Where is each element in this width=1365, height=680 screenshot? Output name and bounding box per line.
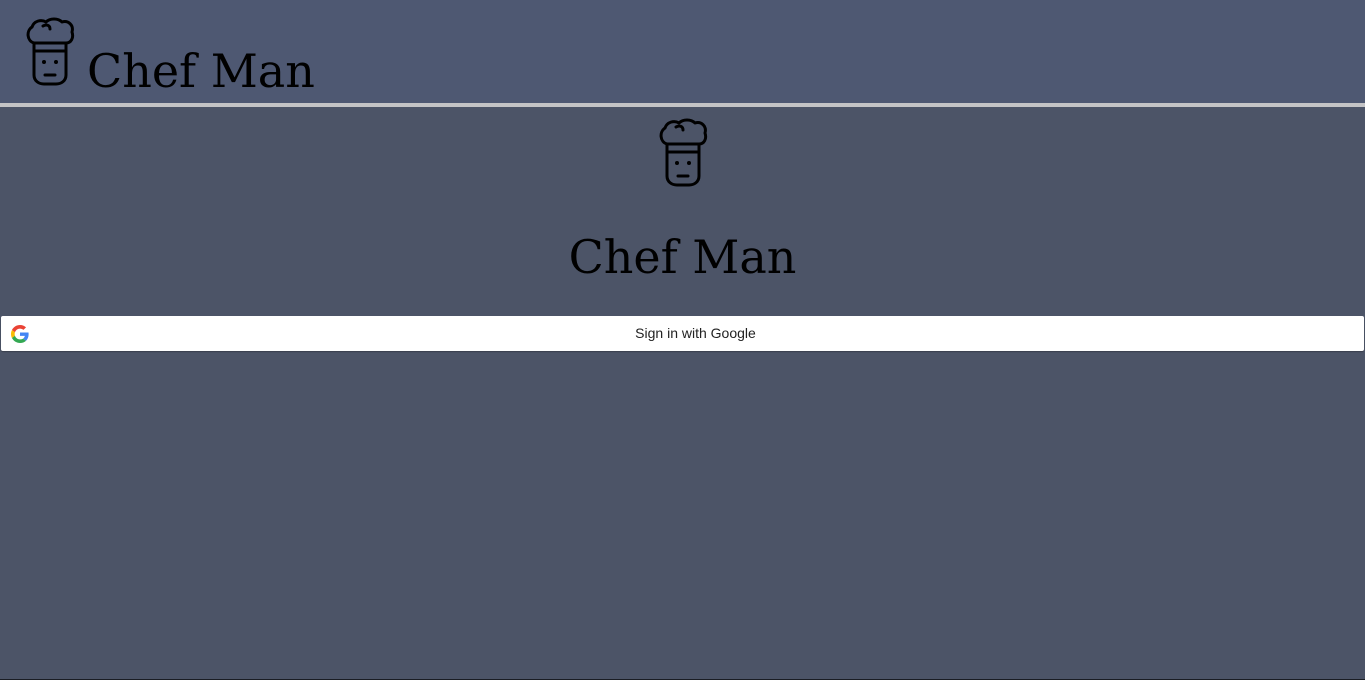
app-header: Chef Man [0, 0, 1365, 107]
chef-hat-face-icon [659, 118, 708, 187]
google-signin-button[interactable]: Sign in with Google [1, 316, 1364, 351]
header-title: Chef Man [87, 44, 315, 98]
chef-hat-face-icon [26, 17, 75, 86]
google-signin-label: Sign in with Google [635, 325, 756, 341]
page-title: Chef Man [568, 230, 797, 284]
main-content: Chef Man Sign in with Google [0, 107, 1365, 680]
